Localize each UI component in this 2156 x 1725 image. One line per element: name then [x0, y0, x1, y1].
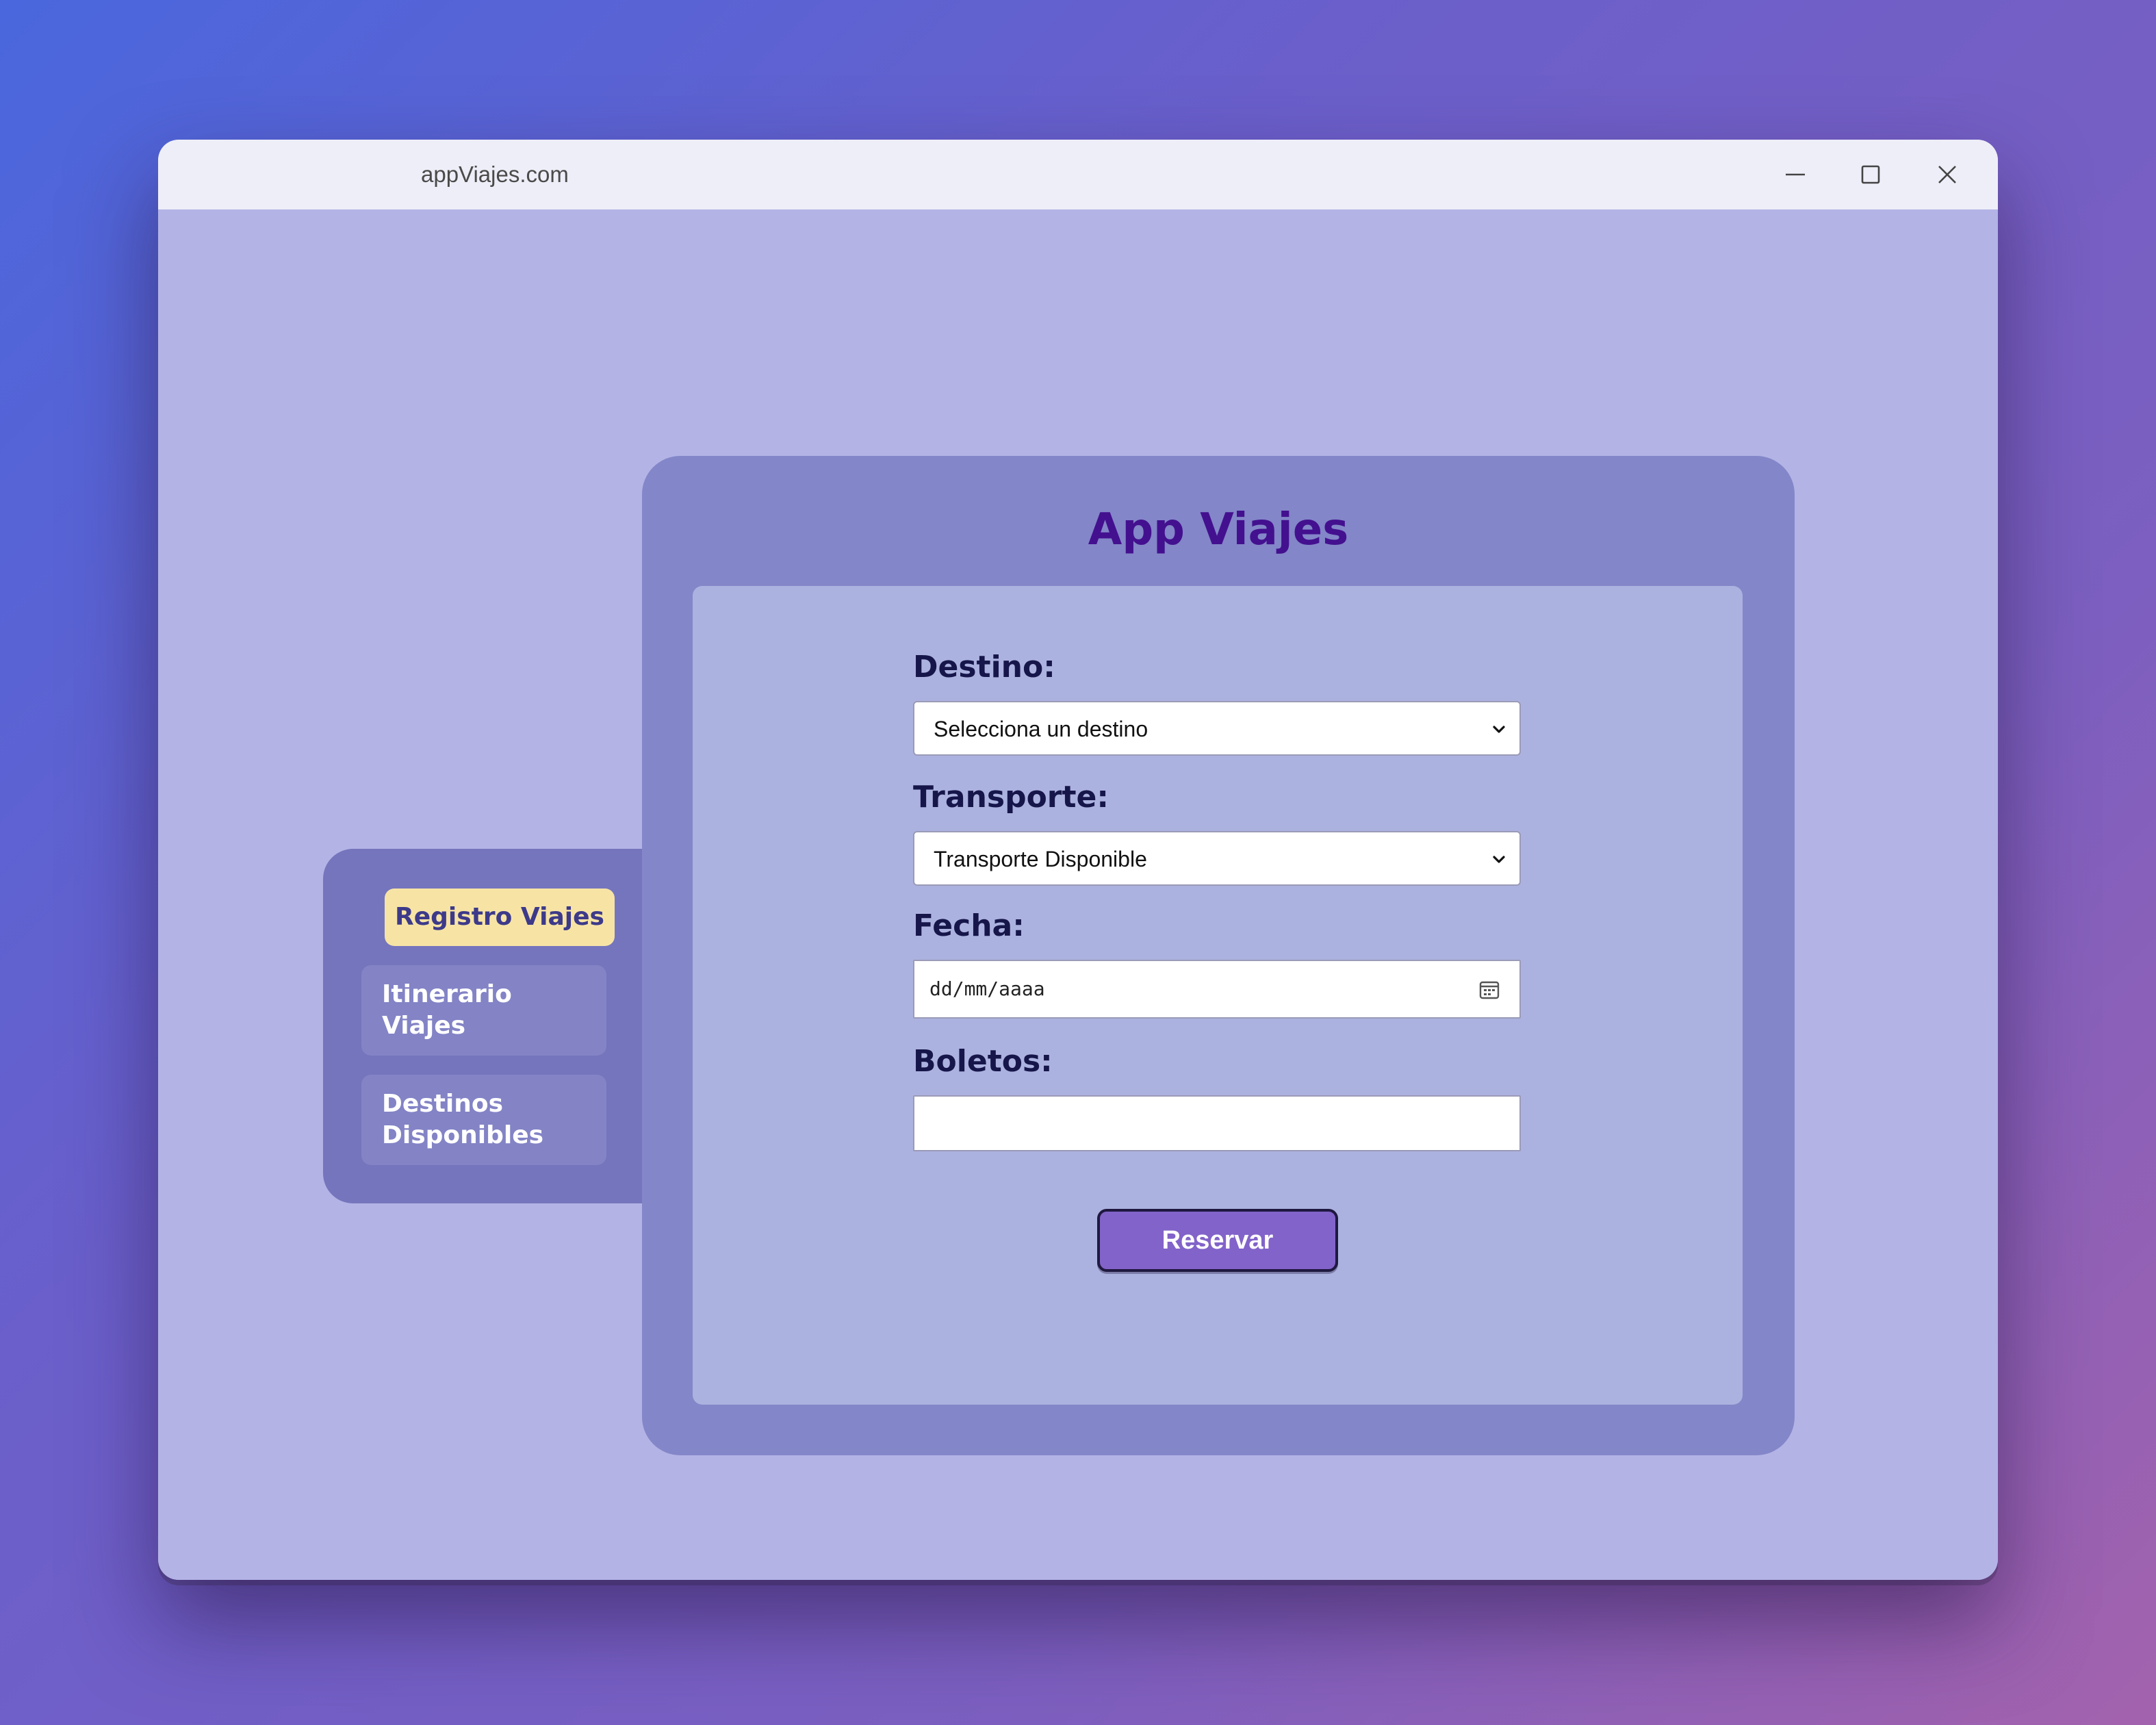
- transporte-selected-value: Transporte Disponible: [934, 847, 1147, 871]
- sidebar-item-registro-viajes[interactable]: Registro Viajes: [385, 889, 615, 946]
- minimize-icon[interactable]: [1778, 157, 1812, 192]
- booking-form: Destino: Selecciona un destino Transport…: [693, 586, 1743, 1405]
- browser-window: appViajes.com Registro Viajes Itinerario…: [158, 140, 1998, 1580]
- main-card: App Viajes Destino: Selecciona un destin…: [642, 456, 1795, 1455]
- reservar-button[interactable]: Reservar: [1097, 1209, 1338, 1272]
- transporte-label: Transporte:: [913, 780, 1109, 815]
- page-title: App Viajes: [1088, 504, 1349, 555]
- transporte-select[interactable]: Transporte Disponible: [913, 831, 1521, 886]
- fecha-placeholder: dd/mm/aaaa: [929, 978, 1045, 1000]
- sidebar: Registro Viajes Itinerario Viajes Destin…: [323, 849, 679, 1203]
- destino-selected-value: Selecciona un destino: [934, 717, 1148, 741]
- fecha-label: Fecha:: [913, 908, 1025, 943]
- chevron-down-icon: [1488, 849, 1510, 871]
- boletos-field[interactable]: [913, 1095, 1521, 1151]
- page-content: Registro Viajes Itinerario Viajes Destin…: [158, 209, 1998, 1580]
- destino-label: Destino:: [913, 650, 1055, 685]
- boletos-label: Boletos:: [913, 1044, 1053, 1079]
- calendar-icon[interactable]: [1477, 978, 1502, 1002]
- window-title: appViajes.com: [421, 162, 569, 187]
- fecha-date-input[interactable]: dd/mm/aaaa: [913, 960, 1521, 1019]
- sidebar-item-itinerario-viajes[interactable]: Itinerario Viajes: [361, 965, 606, 1056]
- close-icon[interactable]: [1930, 157, 1964, 192]
- boletos-input[interactable]: [914, 1097, 1519, 1150]
- destino-select[interactable]: Selecciona un destino: [913, 701, 1521, 756]
- title-bar: appViajes.com: [158, 140, 1998, 209]
- sidebar-item-destinos-disponibles[interactable]: Destinos Disponibles: [361, 1075, 606, 1165]
- maximize-icon[interactable]: [1853, 157, 1888, 192]
- chevron-down-icon: [1488, 719, 1510, 741]
